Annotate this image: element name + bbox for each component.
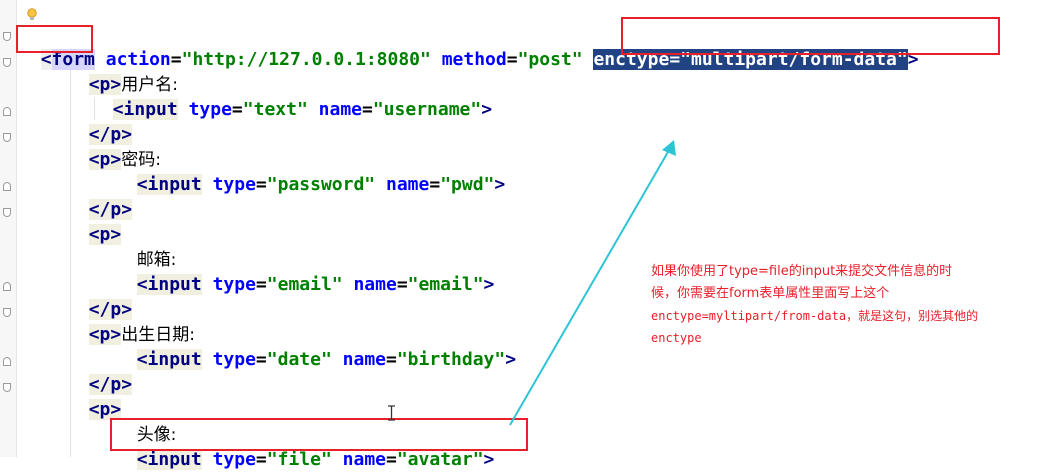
code-attr: type [212, 274, 256, 295]
code-line-text-email[interactable]: 邮箱: [115, 224, 177, 270]
highlight-box-form-tag [16, 25, 93, 53]
code-bracket: < [136, 349, 148, 370]
lightbulb-icon[interactable] [26, 8, 38, 22]
code-string: "pwd" [440, 174, 495, 195]
code-bracket: < [136, 274, 148, 295]
code-attr: type [212, 174, 256, 195]
code-line-p-birthday[interactable]: <p>出生日期: [67, 299, 195, 345]
code-string: "text" [242, 99, 308, 120]
fold-marker-icon[interactable] [3, 282, 11, 291]
editor-gutter [0, 0, 17, 457]
code-attr: type [212, 449, 256, 470]
fold-marker-icon[interactable] [3, 58, 11, 67]
code-string: "password" [266, 174, 376, 195]
code-string: "username" [372, 99, 482, 120]
fold-marker-icon[interactable] [3, 107, 11, 116]
annotation-line: 候，你需要在form表单属性里面写上这个 [651, 286, 890, 301]
code-line-input-date[interactable]: <input type="date" name="birthday"> [115, 324, 516, 370]
text-cursor-icon [387, 405, 396, 421]
code-bracket: > [483, 274, 495, 295]
code-tag-input: input [147, 449, 202, 470]
fold-marker-icon[interactable] [3, 308, 11, 317]
annotation-note: 如果你使用了type=file的input来提交文件信息的时 候，你需要在for… [651, 261, 1046, 349]
annotation-line: 如果你使用了type=file的input来提交文件信息的时 [651, 264, 953, 279]
code-bracket: < [88, 149, 100, 170]
code-string: "email" [266, 274, 343, 295]
code-line-p-close[interactable]: </p> [67, 349, 133, 395]
code-bracket: < [136, 174, 148, 195]
code-line-p-close[interactable]: </p> [67, 99, 133, 145]
fold-marker-icon[interactable] [3, 383, 11, 392]
code-attr: name [342, 349, 386, 370]
fold-marker-icon[interactable] [3, 357, 11, 366]
code-line-input-email[interactable]: <input type="email" name="email"> [115, 249, 494, 295]
highlight-box-file-input [110, 418, 528, 451]
code-line-p-close[interactable]: </p> [67, 274, 133, 320]
fold-marker-icon[interactable] [3, 208, 11, 217]
code-tag-p: p [99, 149, 111, 170]
code-string: "file" [266, 449, 332, 470]
fold-marker-icon[interactable] [3, 133, 11, 142]
code-tag-p: p [99, 324, 111, 345]
code-string: "email" [407, 274, 484, 295]
code-line-p-open[interactable]: <p> [67, 199, 122, 245]
arrow-head-icon [662, 140, 676, 156]
code-attr: type [212, 349, 256, 370]
code-string: "birthday" [396, 349, 506, 370]
code-attr: name [342, 449, 386, 470]
annotation-line: enctype=myltipart/from-data，就是这句，别选其他的 [651, 309, 979, 323]
annotation-line: enctype [651, 331, 702, 345]
code-line-p-open[interactable]: <p> [67, 374, 122, 420]
code-bracket: > [481, 99, 493, 120]
code-bracket: < [88, 399, 100, 420]
code-tag-p: p [99, 224, 111, 245]
code-string: "avatar" [396, 449, 484, 470]
code-bracket: > [505, 349, 517, 370]
fold-marker-icon[interactable] [3, 182, 11, 191]
code-string: "http://127.0.0.1:8080" [181, 49, 431, 70]
code-line-p-close[interactable]: </p> [67, 174, 133, 220]
code-bracket: > [121, 374, 133, 395]
highlight-box-enctype [621, 17, 1000, 55]
code-bracket: > [121, 199, 133, 220]
code-attr: name [385, 174, 430, 195]
code-string: "date" [266, 349, 332, 370]
code-attr: name [318, 99, 362, 120]
fold-marker-icon[interactable] [3, 32, 11, 41]
code-bracket: < [88, 224, 100, 245]
code-attr: method [441, 49, 507, 70]
code-line-input-password[interactable]: <input type="password" name="pwd"> [115, 149, 505, 195]
code-line-p-password[interactable]: <p>密码: [67, 124, 161, 170]
code-bracket: < [136, 449, 148, 470]
code-attr: name [353, 274, 397, 295]
code-bracket: < [88, 324, 100, 345]
code-bracket: > [494, 174, 506, 195]
code-string: "post" [517, 49, 583, 70]
code-tag-input: input [147, 174, 202, 195]
code-tag-input: input [147, 274, 202, 295]
code-bracket: > [483, 449, 495, 470]
code-tag-p: p [99, 399, 111, 420]
code-attr: type [188, 99, 232, 120]
code-line-input-text[interactable]: <input type="text" name="username"> [91, 74, 492, 120]
code-tag-input: input [147, 349, 202, 370]
